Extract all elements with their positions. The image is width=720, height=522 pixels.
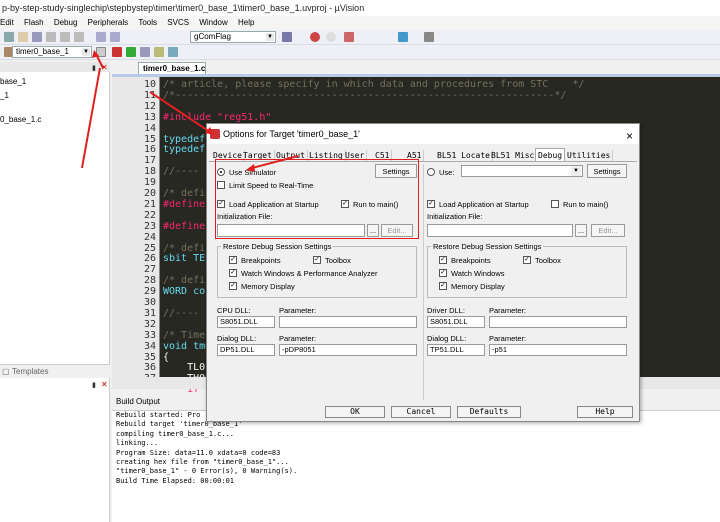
arrow-to-dialog — [149, 91, 211, 133]
arrowhead — [205, 127, 214, 135]
annotation-arrows — [81, 50, 299, 172]
arrow-to-debug-tab — [251, 155, 299, 169]
arrow-line — [81, 67, 101, 169]
arrowhead — [246, 164, 255, 172]
